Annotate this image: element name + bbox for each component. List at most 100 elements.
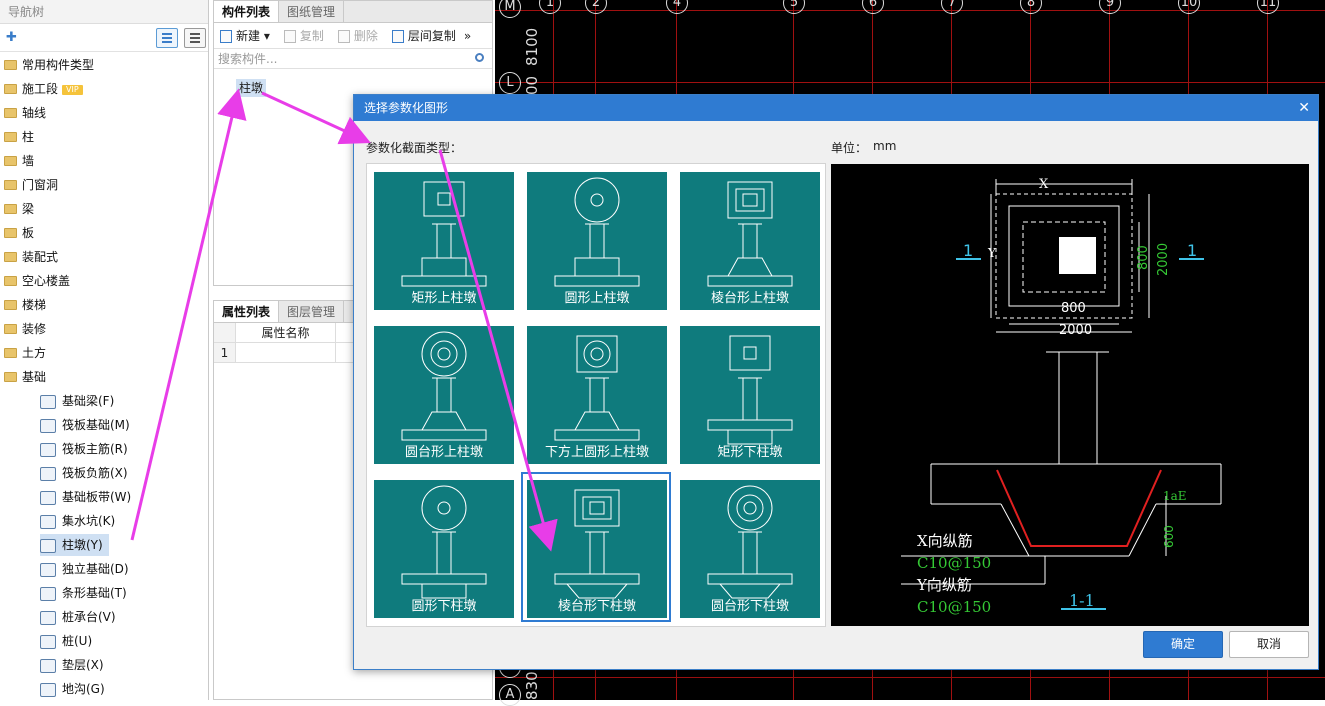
tree-item[interactable]: 板 <box>4 222 34 244</box>
grid-axis-label: M <box>499 0 521 18</box>
shape-label: 矩形下柱墩 <box>717 445 783 460</box>
list-view-button[interactable] <box>156 28 178 48</box>
grid-axis-label: 8 <box>1020 0 1042 14</box>
tree-subitem[interactable]: 集水坑(K) <box>40 510 121 532</box>
component-toolbar: 新建 ▾ 复制 删除 层间复制 » <box>214 23 492 49</box>
tree-item-label: 基础 <box>22 370 47 384</box>
tree-subitem-label: 筏板基础(M) <box>62 418 130 432</box>
component-item-column-pier[interactable]: 柱墩 <box>236 79 267 97</box>
grid-axis-label: 6 <box>862 0 884 14</box>
close-icon[interactable]: ✕ <box>1298 95 1310 121</box>
tree-item[interactable]: 基础 <box>4 366 46 388</box>
folder-icon <box>4 227 17 238</box>
shape-tile: 矩形下柱墩 <box>680 326 820 464</box>
tree-item-label: 楼梯 <box>22 298 47 312</box>
shape-option-square-circle-top[interactable]: 下方上圆形上柱墩 <box>521 318 671 468</box>
tree-item[interactable]: 柱 <box>4 126 34 148</box>
tree-item[interactable]: 常用构件类型 <box>4 54 94 76</box>
tab-property-list[interactable]: 属性列表 <box>214 301 280 322</box>
panel-view-button[interactable] <box>184 28 206 48</box>
tree-subitem[interactable]: 筏板负筋(X) <box>40 462 134 484</box>
tree-subitem[interactable]: 条形基础(T) <box>40 582 133 604</box>
navigation-tree-panel: 导航树 ✚ 常用构件类型施工段 VIP 轴线柱墙门窗洞梁板装配式 空心楼盖楼梯装修 土方… <box>0 0 209 700</box>
shape-option-cone-bottom[interactable]: 圆台形下柱墩 <box>674 472 824 622</box>
shape-tile: 棱台形上柱墩 <box>680 172 820 310</box>
new-button[interactable]: 新建 ▾ <box>220 27 270 44</box>
tree-subitem[interactable]: 独立基础(D) <box>40 558 135 580</box>
tree-subitem[interactable]: 地沟(G) <box>40 678 111 700</box>
preview-lae: 1aE <box>1163 489 1187 503</box>
tree-item[interactable]: 土方 <box>4 342 46 364</box>
tree-subitem[interactable]: 筏板基础(M) <box>40 414 136 436</box>
tree-item[interactable]: 空心楼盖 <box>4 270 70 292</box>
new-icon <box>220 30 232 43</box>
vip-badge: VIP <box>62 84 83 95</box>
preview-section-mark-left: 1 <box>963 241 973 260</box>
unit-value: mm <box>873 139 897 153</box>
tree-item-label: 门窗洞 <box>22 178 59 192</box>
folder-icon <box>4 275 17 286</box>
tree-item[interactable]: 装配式 <box>4 246 58 268</box>
tree-subitem-label: 筏板主筋(R) <box>62 442 128 456</box>
tree-subitem[interactable]: 垫层(X) <box>40 654 110 676</box>
dimension-text: 830 <box>523 671 541 700</box>
add-type-icon[interactable]: ✚ <box>6 30 22 46</box>
search-icon[interactable] <box>475 53 484 62</box>
foundation-beam-icon <box>40 394 56 409</box>
tree-item[interactable]: 梁 <box>4 198 34 220</box>
dimension-text: 00 <box>523 75 541 95</box>
shape-option-rect-bottom[interactable]: 矩形下柱墩 <box>674 318 824 468</box>
more-icon[interactable]: » <box>464 29 471 43</box>
tree-item[interactable]: 施工段 VIP <box>4 78 83 100</box>
property-row-name[interactable] <box>236 343 336 362</box>
delete-button[interactable]: 删除 <box>337 27 378 44</box>
tree-item[interactable]: 轴线 <box>4 102 46 124</box>
tree-item[interactable]: 楼梯 <box>4 294 46 316</box>
shape-label: 圆台形下柱墩 <box>710 599 789 614</box>
tree-subitem[interactable]: 桩(U) <box>40 630 98 652</box>
copy-icon <box>283 30 296 43</box>
tree-item[interactable]: 门窗洞 <box>4 174 58 196</box>
component-search-input[interactable]: 搜索构件... <box>214 49 492 69</box>
tab-drawing-management[interactable]: 图纸管理 <box>279 1 345 22</box>
preview-y-rebar-label: Y向纵筋 <box>916 576 972 594</box>
tree-subitem[interactable]: 筏板主筋(R) <box>40 438 134 460</box>
tree-subitem-label: 基础板带(W) <box>62 490 132 504</box>
folder-icon <box>4 299 17 310</box>
cushion-icon <box>40 658 56 673</box>
shape-label: 矩形上柱墩 <box>411 291 477 306</box>
shape-option-circle-top[interactable]: 圆形上柱墩 <box>521 164 671 314</box>
tree-item-label: 常用构件类型 <box>22 58 95 72</box>
floor-copy-button[interactable]: 层间复制 <box>391 27 456 44</box>
shape-option-frustum-top[interactable]: 棱台形上柱墩 <box>674 164 824 314</box>
shape-label: 圆形下柱墩 <box>411 599 477 614</box>
tree-subitem[interactable]: 桩承台(V) <box>40 606 122 628</box>
copy-button[interactable]: 复制 <box>283 27 324 44</box>
tree-item-label: 柱 <box>22 130 35 144</box>
tree-subitem-label: 集水坑(K) <box>62 514 116 528</box>
shape-option-frustum-bottom[interactable]: 棱台形下柱墩 <box>521 472 671 622</box>
preview-dim-800-v: 800 <box>1136 245 1151 270</box>
tree-subitem-label: 独立基础(D) <box>62 562 129 576</box>
shape-option-cone-top[interactable]: 圆台形上柱墩 <box>368 318 518 468</box>
cancel-button[interactable]: 取消 <box>1229 631 1309 658</box>
tab-layer-management[interactable]: 图层管理 <box>279 301 345 322</box>
folder-icon <box>4 251 17 262</box>
tree-item[interactable]: 墙 <box>4 150 34 172</box>
tree-subitem[interactable]: 基础梁(F) <box>40 390 120 412</box>
tree-subitem-label: 垫层(X) <box>62 658 104 672</box>
shape-option-circle-bottom[interactable]: 圆形下柱墩 <box>368 472 518 622</box>
dialog-title: 选择参数化图形 <box>364 101 449 115</box>
raft-main-rebar-icon <box>40 442 56 457</box>
tab-component-list[interactable]: 构件列表 <box>214 1 280 22</box>
confirm-button[interactable]: 确定 <box>1143 631 1223 658</box>
nav-title: 导航树 <box>0 0 208 24</box>
folder-icon <box>4 203 17 214</box>
shape-preview: X Y 800 2000 800 2000 1 1 1aE 600 X向纵筋 C… <box>831 164 1309 626</box>
raft-foundation-icon <box>40 418 56 433</box>
tree-subitem[interactable]: 柱墩(Y) <box>40 534 109 556</box>
tree-item[interactable]: 装修 <box>4 318 46 340</box>
shape-option-rect-top[interactable]: 矩形上柱墩 <box>368 164 518 314</box>
tree-subitem[interactable]: 基础板带(W) <box>40 486 137 508</box>
foundation-strip-icon <box>40 490 56 505</box>
